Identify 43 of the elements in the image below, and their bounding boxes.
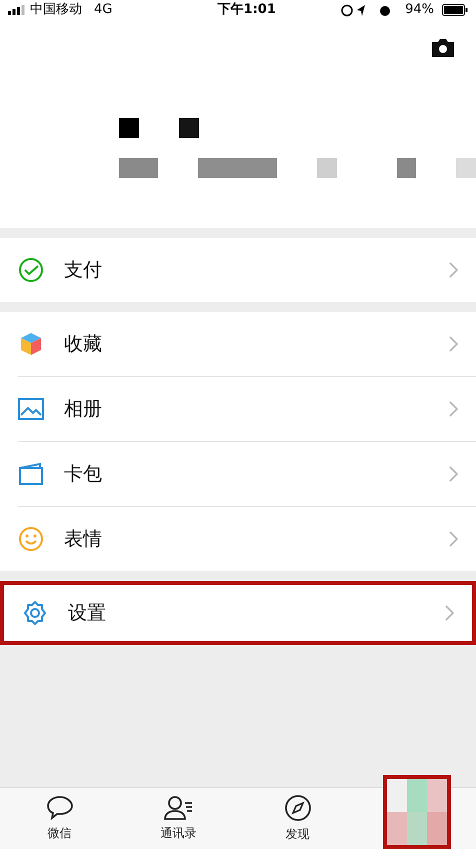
chevron-right-icon: [449, 336, 458, 352]
menu-label: 收藏: [64, 332, 103, 357]
chevron-right-icon: [449, 262, 458, 278]
tab[interactable]: 微信: [0, 788, 119, 849]
redacted-block: [396, 158, 416, 178]
chevron-right-icon: [445, 605, 454, 621]
settings-icon: [22, 600, 48, 626]
highlighted-menu-item[interactable]: 设置: [0, 581, 476, 645]
tab[interactable]: 通讯录: [119, 788, 238, 849]
picture-icon: [18, 398, 44, 420]
menu-label: 设置: [68, 600, 107, 626]
network-label: 4G: [94, 1, 112, 20]
redacted-block: [119, 158, 158, 178]
cube-icon: [18, 331, 44, 357]
signal-icon: [8, 5, 26, 15]
menu-item[interactable]: 收藏: [0, 312, 476, 376]
battery-percent: 94%: [405, 1, 434, 20]
smiley-icon: [18, 526, 44, 552]
card-icon: [18, 463, 44, 485]
pixelated-tab[interactable]: [382, 775, 450, 849]
chevron-right-icon: [449, 466, 458, 482]
redacted-block: [179, 118, 199, 138]
carrier-label: 中国移动: [30, 1, 82, 20]
menu-item[interactable]: 表情: [0, 507, 476, 571]
redacted-block: [456, 158, 476, 178]
chevron-right-icon: [449, 531, 458, 547]
menu-label: 表情: [64, 526, 103, 552]
menu-item[interactable]: 卡包: [0, 442, 476, 506]
battery-icon: [442, 4, 468, 16]
menu-label: 卡包: [64, 462, 103, 487]
menu-label: 相册: [64, 396, 103, 422]
chevron-right-icon: [449, 401, 458, 417]
redacted-block: [119, 118, 139, 138]
redacted-block: [317, 158, 337, 178]
camera-icon[interactable]: [430, 38, 456, 58]
menu-item[interactable]: 支付: [0, 238, 476, 302]
clock: 下午1:01: [218, 1, 276, 20]
chat-bubble-icon: [46, 795, 74, 821]
tab[interactable]: 发现: [238, 788, 357, 849]
menu-item[interactable]: 相册: [0, 377, 476, 441]
contacts-icon: [164, 795, 194, 821]
menu-label: 支付: [64, 258, 103, 283]
compass-icon: [284, 794, 312, 822]
